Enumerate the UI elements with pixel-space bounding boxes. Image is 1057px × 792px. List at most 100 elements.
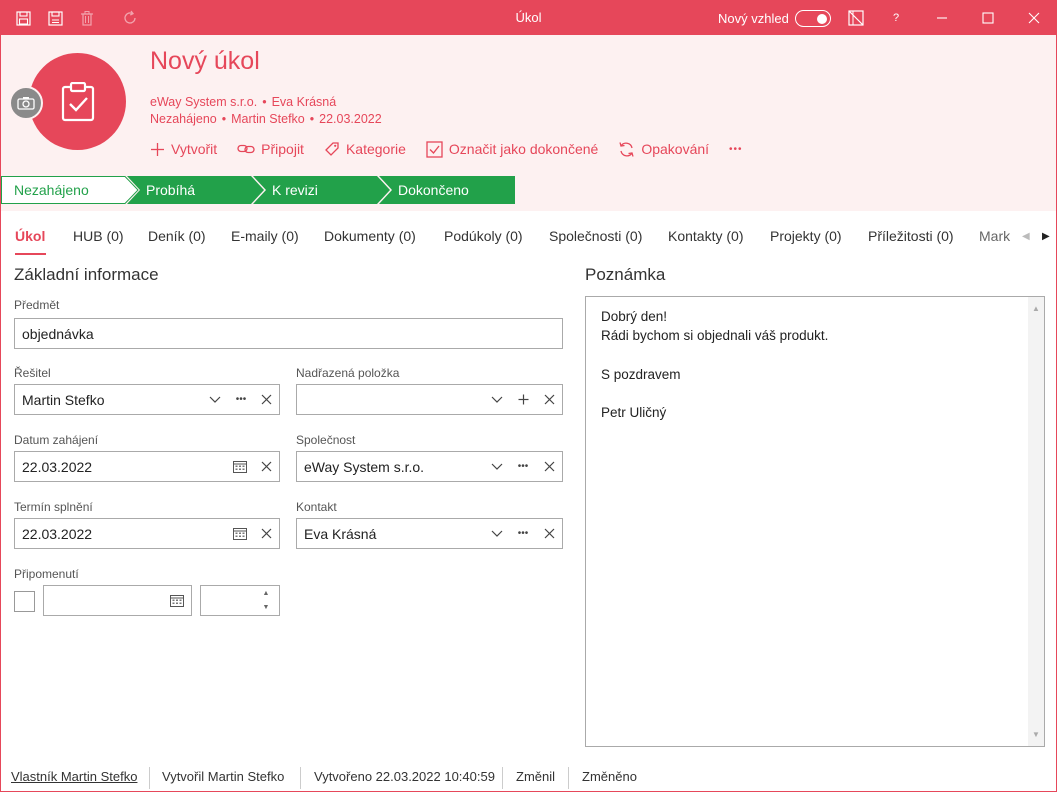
stage-not-started[interactable]: Nezahájeno bbox=[1, 176, 139, 204]
tab-task[interactable]: Úkol bbox=[15, 228, 45, 244]
tab-marketing[interactable]: Mark bbox=[979, 228, 1010, 244]
contact-value: Eva Krásná bbox=[304, 525, 377, 542]
reminder-time-field[interactable]: ▲ ▼ bbox=[200, 585, 280, 616]
clear-icon[interactable] bbox=[539, 519, 559, 548]
calendar-icon[interactable] bbox=[230, 519, 250, 548]
owner-link[interactable]: Vlastník Martin Stefko bbox=[11, 769, 137, 784]
help-button[interactable]: ? bbox=[887, 9, 905, 27]
note-line: Dobrý den! bbox=[601, 309, 668, 324]
calendar-icon[interactable] bbox=[230, 452, 250, 481]
attach-label: Připojit bbox=[261, 141, 304, 157]
company-field[interactable]: eWay System s.r.o. ••• bbox=[296, 451, 563, 482]
tab-emails[interactable]: E-maily (0) bbox=[231, 228, 299, 244]
toggle-knob bbox=[817, 13, 827, 24]
minimize-icon[interactable] bbox=[933, 9, 951, 27]
header-solver-link[interactable]: Martin Stefko bbox=[231, 112, 305, 126]
company-value: eWay System s.r.o. bbox=[304, 458, 425, 475]
changed-by: Změnil bbox=[516, 769, 556, 784]
maximize-icon[interactable] bbox=[979, 9, 997, 27]
tab-scroll-right-icon[interactable]: ▶ bbox=[1042, 231, 1050, 242]
scroll-up-icon[interactable]: ▲ bbox=[1028, 299, 1044, 318]
reminder-date-field[interactable] bbox=[43, 585, 192, 616]
note-line: Rádi bychom si objednali váš produkt. bbox=[601, 328, 829, 344]
basic-info-heading: Základní informace bbox=[14, 265, 159, 284]
mark-done-button[interactable]: Označit jako dokončené bbox=[426, 140, 598, 158]
reminder-checkbox[interactable] bbox=[14, 591, 35, 612]
stage-done[interactable]: Dokončeno bbox=[379, 176, 515, 204]
close-icon[interactable] bbox=[1025, 9, 1043, 27]
stage-label: Probíhá bbox=[146, 182, 196, 198]
note-line: Petr Uličný bbox=[601, 404, 667, 420]
tab-contacts[interactable]: Kontakty (0) bbox=[668, 228, 743, 244]
clear-icon[interactable] bbox=[256, 385, 276, 414]
more-options-icon[interactable]: ••• bbox=[513, 519, 533, 548]
header-contact-link[interactable]: Eva Krásná bbox=[272, 95, 337, 109]
due-date-label: Termín splnění bbox=[14, 500, 93, 514]
create-button[interactable]: Vytvořit bbox=[150, 141, 217, 157]
chevron-down-icon[interactable] bbox=[487, 519, 507, 548]
plus-icon[interactable] bbox=[513, 385, 533, 414]
tab-subtasks[interactable]: Podúkoly (0) bbox=[444, 228, 523, 244]
solver-field[interactable]: Martin Stefko ••• bbox=[14, 384, 280, 415]
chevron-down-icon[interactable] bbox=[487, 385, 507, 414]
footer-divider bbox=[300, 767, 301, 789]
header-date: 22.03.2022 bbox=[319, 112, 382, 126]
record-title: Nový úkol bbox=[150, 47, 260, 75]
tab-bar: Úkol HUB (0) Deník (0) E-maily (0) Dokum… bbox=[1, 219, 1056, 257]
tab-scroll-left-icon[interactable]: ◀ bbox=[1022, 231, 1030, 242]
clear-icon[interactable] bbox=[256, 519, 276, 548]
repeat-icon bbox=[619, 141, 634, 157]
category-label: Kategorie bbox=[345, 141, 406, 157]
attach-button[interactable]: Připojit bbox=[237, 141, 304, 157]
new-look-toggle[interactable] bbox=[795, 10, 831, 27]
note-line: S pozdravem bbox=[601, 366, 681, 382]
footer-divider bbox=[568, 767, 569, 789]
spin-down-icon[interactable]: ▼ bbox=[259, 600, 273, 614]
scroll-down-icon[interactable]: ▼ bbox=[1028, 725, 1044, 744]
record-footer: Vlastník Martin Stefko Vytvořil Martin S… bbox=[1, 763, 1056, 791]
clear-icon[interactable] bbox=[256, 452, 276, 481]
tab-documents[interactable]: Dokumenty (0) bbox=[324, 228, 416, 244]
subject-label: Předmět bbox=[14, 298, 60, 312]
layout-icon[interactable] bbox=[847, 9, 865, 27]
calendar-icon[interactable] bbox=[167, 586, 187, 615]
category-button[interactable]: Kategorie bbox=[324, 141, 406, 157]
new-look-label: Nový vzhled bbox=[718, 11, 789, 26]
more-options-icon[interactable]: ••• bbox=[231, 385, 251, 414]
task-avatar bbox=[29, 53, 126, 150]
tab-companies[interactable]: Společnosti (0) bbox=[549, 228, 642, 244]
header-company-link[interactable]: eWay System s.r.o. bbox=[150, 95, 257, 109]
tab-hub[interactable]: HUB (0) bbox=[73, 228, 124, 244]
stage-label: K revizi bbox=[272, 182, 318, 198]
tab-projects[interactable]: Projekty (0) bbox=[770, 228, 842, 244]
contact-field[interactable]: Eva Krásná ••• bbox=[296, 518, 563, 549]
checkbox-check-icon bbox=[426, 140, 443, 158]
chevron-down-icon[interactable] bbox=[487, 452, 507, 481]
stage-review[interactable]: K revizi bbox=[253, 176, 391, 204]
chevron-down-icon[interactable] bbox=[205, 385, 225, 414]
start-date-field[interactable]: 22.03.2022 bbox=[14, 451, 280, 482]
note-textarea[interactable]: Dobrý den! Rádi bychom si objednali váš … bbox=[585, 296, 1045, 747]
more-actions-button[interactable]: ••• bbox=[729, 144, 743, 155]
note-scrollbar[interactable]: ▲ ▼ bbox=[1028, 297, 1044, 746]
stage-in-progress[interactable]: Probíhá bbox=[127, 176, 265, 204]
title-bar: Úkol Nový vzhled ? bbox=[1, 1, 1056, 35]
company-label: Společnost bbox=[296, 433, 356, 447]
separator-dot: • bbox=[262, 95, 267, 109]
more-options-icon[interactable]: ••• bbox=[513, 452, 533, 481]
plus-icon bbox=[151, 142, 164, 156]
tab-opportunities[interactable]: Příležitosti (0) bbox=[868, 228, 954, 244]
footer-divider bbox=[149, 767, 150, 789]
active-tab-indicator bbox=[15, 253, 46, 255]
separator-dot: • bbox=[309, 112, 315, 126]
due-date-field[interactable]: 22.03.2022 bbox=[14, 518, 280, 549]
change-photo-button[interactable] bbox=[9, 86, 43, 120]
subject-input[interactable]: objednávka bbox=[14, 318, 563, 349]
parent-label: Nadřazená položka bbox=[296, 366, 400, 380]
parent-field[interactable] bbox=[296, 384, 563, 415]
clear-icon[interactable] bbox=[539, 385, 559, 414]
clear-icon[interactable] bbox=[539, 452, 559, 481]
tab-journal[interactable]: Deník (0) bbox=[148, 228, 206, 244]
spin-up-icon[interactable]: ▲ bbox=[259, 586, 273, 600]
repeat-button[interactable]: Opakování bbox=[618, 141, 709, 158]
